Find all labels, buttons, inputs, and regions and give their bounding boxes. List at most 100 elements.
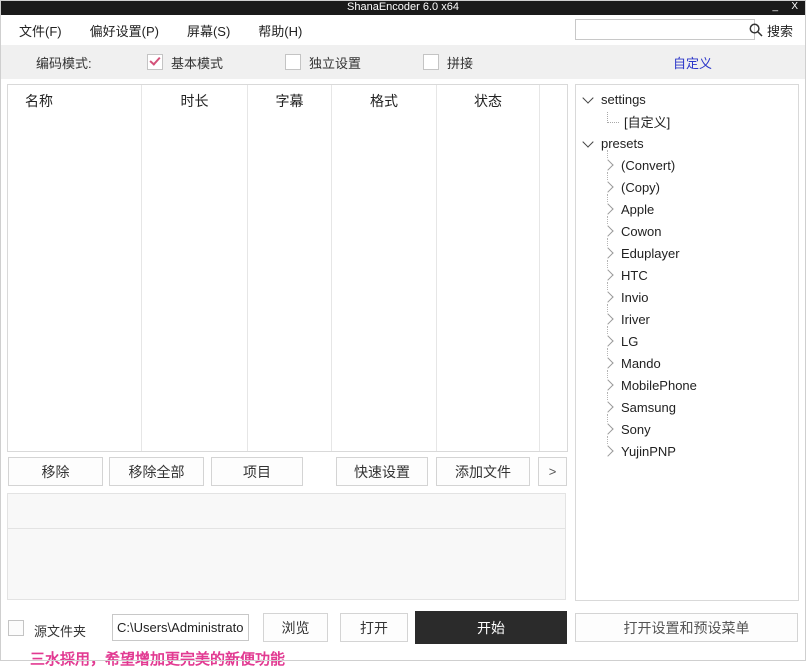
info-panel [7, 493, 566, 600]
start-button[interactable]: 开始 [415, 611, 567, 644]
chevron-icon[interactable] [602, 379, 613, 390]
tree-item[interactable]: Cowon [576, 220, 798, 242]
open-button[interactable]: 打开 [340, 613, 408, 642]
toolbar-button[interactable]: > [538, 457, 567, 486]
chevron-icon[interactable] [602, 445, 613, 456]
chevron-icon[interactable] [602, 335, 613, 346]
chevron-icon[interactable] [582, 136, 593, 147]
file-list-header: 名称 时长 字幕 格式 状态 [8, 85, 567, 451]
notice-marquee: 三水採用，希望增加更完美的新便功能 [30, 648, 285, 669]
preset-tree-panel: settings [自定义] presets (Convert) [575, 84, 799, 601]
title-bar: ShanaEncoder 6.0 x64 _ X [0, 0, 806, 15]
encode-mode-label: 编码模式: [36, 53, 92, 72]
tree-item[interactable]: Mando [576, 352, 798, 374]
path-input[interactable] [112, 614, 249, 641]
mode-option-label: 拼接 [447, 53, 473, 72]
file-list-table: 名称 时长 字幕 格式 状态 [7, 84, 568, 452]
tree-item[interactable]: HTC [576, 264, 798, 286]
chevron-icon[interactable] [602, 313, 613, 324]
mode-option[interactable]: 基本模式 [147, 53, 223, 72]
tree-item-label: MobilePhone [621, 378, 697, 393]
tree-item[interactable]: MobilePhone [576, 374, 798, 396]
tree-item-label: Iriver [621, 312, 650, 327]
search-input[interactable] [575, 19, 755, 40]
tree-item[interactable]: Invio [576, 286, 798, 308]
tree-item[interactable]: settings [576, 88, 798, 110]
tree-item-label: Invio [621, 290, 648, 305]
chevron-icon[interactable] [602, 357, 613, 368]
browse-button[interactable]: 浏览 [263, 613, 328, 642]
menu-item[interactable]: 帮助(H) [256, 19, 304, 42]
minimize-button[interactable]: _ [772, 0, 778, 13]
chevron-icon[interactable] [602, 291, 613, 302]
menu-items: 文件(F) 偏好设置(P) 屏幕(S) 帮助(H) [17, 15, 328, 45]
source-folder-checkbox[interactable] [8, 620, 24, 636]
column-header[interactable]: 格式 [332, 85, 437, 451]
leaf-connector-icon [607, 112, 619, 123]
tree-item[interactable]: Sony [576, 418, 798, 440]
tree-item[interactable]: [自定义] [576, 110, 798, 132]
search-button[interactable]: 搜索 [749, 19, 793, 41]
open-settings-preset-menu-button[interactable]: 打开设置和预设菜单 [575, 613, 798, 642]
mode-checkbox[interactable] [147, 54, 163, 70]
info-panel-top-section [8, 494, 565, 529]
column-header[interactable]: 字幕 [248, 85, 332, 451]
tree-item[interactable]: LG [576, 330, 798, 352]
tree-item[interactable]: presets [576, 132, 798, 154]
chevron-icon[interactable] [602, 203, 613, 214]
tree-item-label: LG [621, 334, 638, 349]
toolbar-button[interactable]: 快速设置 [336, 457, 428, 486]
chevron-icon[interactable] [602, 225, 613, 236]
menu-item[interactable]: 屏幕(S) [185, 19, 232, 42]
tree-item[interactable]: Eduplayer [576, 242, 798, 264]
column-header[interactable]: 状态 [437, 85, 540, 451]
mode-option-label: 基本模式 [171, 53, 223, 72]
close-button[interactable]: X [791, 0, 798, 13]
tree-item-label: settings [601, 92, 646, 107]
tree-item[interactable]: (Copy) [576, 176, 798, 198]
chevron-icon[interactable] [602, 181, 613, 192]
tree-item-label: Eduplayer [621, 246, 680, 261]
chevron-icon[interactable] [602, 159, 613, 170]
chevron-icon[interactable] [602, 423, 613, 434]
tree-item-label: Sony [621, 422, 651, 437]
tree-item-label: presets [601, 136, 644, 151]
window-title: ShanaEncoder 6.0 x64 [0, 1, 806, 13]
tree-item[interactable]: Iriver [576, 308, 798, 330]
column-header[interactable]: 时长 [142, 85, 248, 451]
menu-item[interactable]: 偏好设置(P) [88, 19, 161, 42]
chevron-icon[interactable] [602, 269, 613, 280]
mode-checkbox[interactable] [285, 54, 301, 70]
column-header[interactable] [540, 85, 567, 451]
tree-item-label: Mando [621, 356, 661, 371]
tree-item-label: HTC [621, 268, 648, 283]
tree-item-label: Apple [621, 202, 654, 217]
toolbar-button[interactable]: 移除全部 [109, 457, 204, 486]
column-header[interactable]: 名称 [8, 85, 142, 451]
mode-checkbox[interactable] [423, 54, 439, 70]
chevron-icon[interactable] [602, 247, 613, 258]
tree-item-label: Cowon [621, 224, 661, 239]
chevron-icon[interactable] [582, 92, 593, 103]
search-icon [749, 23, 763, 37]
menu-item[interactable]: 文件(F) [17, 19, 64, 42]
tree-item[interactable]: YujinPNP [576, 440, 798, 462]
mode-option[interactable]: 拼接 [423, 53, 473, 72]
toolbar-button[interactable]: 添加文件 [436, 457, 530, 486]
tree-item[interactable]: Apple [576, 198, 798, 220]
chevron-icon[interactable] [602, 401, 613, 412]
search-button-label: 搜索 [767, 21, 793, 40]
encode-mode-row: 编码模式: 基本模式 独立设置 拼接 自定义 [1, 45, 805, 79]
tree-item[interactable]: (Convert) [576, 154, 798, 176]
custom-link[interactable]: 自定义 [673, 53, 712, 72]
tree-item-label: Samsung [621, 400, 676, 415]
tree-item[interactable]: Samsung [576, 396, 798, 418]
tree-item-label: YujinPNP [621, 444, 676, 459]
toolbar-button[interactable]: 项目 [211, 457, 303, 486]
mode-option[interactable]: 独立设置 [285, 53, 361, 72]
mode-option-label: 独立设置 [309, 53, 361, 72]
tree-item-label: (Copy) [621, 180, 660, 195]
preset-tree: settings [自定义] presets (Convert) [576, 88, 798, 462]
menu-bar: 文件(F) 偏好设置(P) 屏幕(S) 帮助(H) 搜索 [1, 15, 805, 45]
toolbar-button[interactable]: 移除 [8, 457, 103, 486]
